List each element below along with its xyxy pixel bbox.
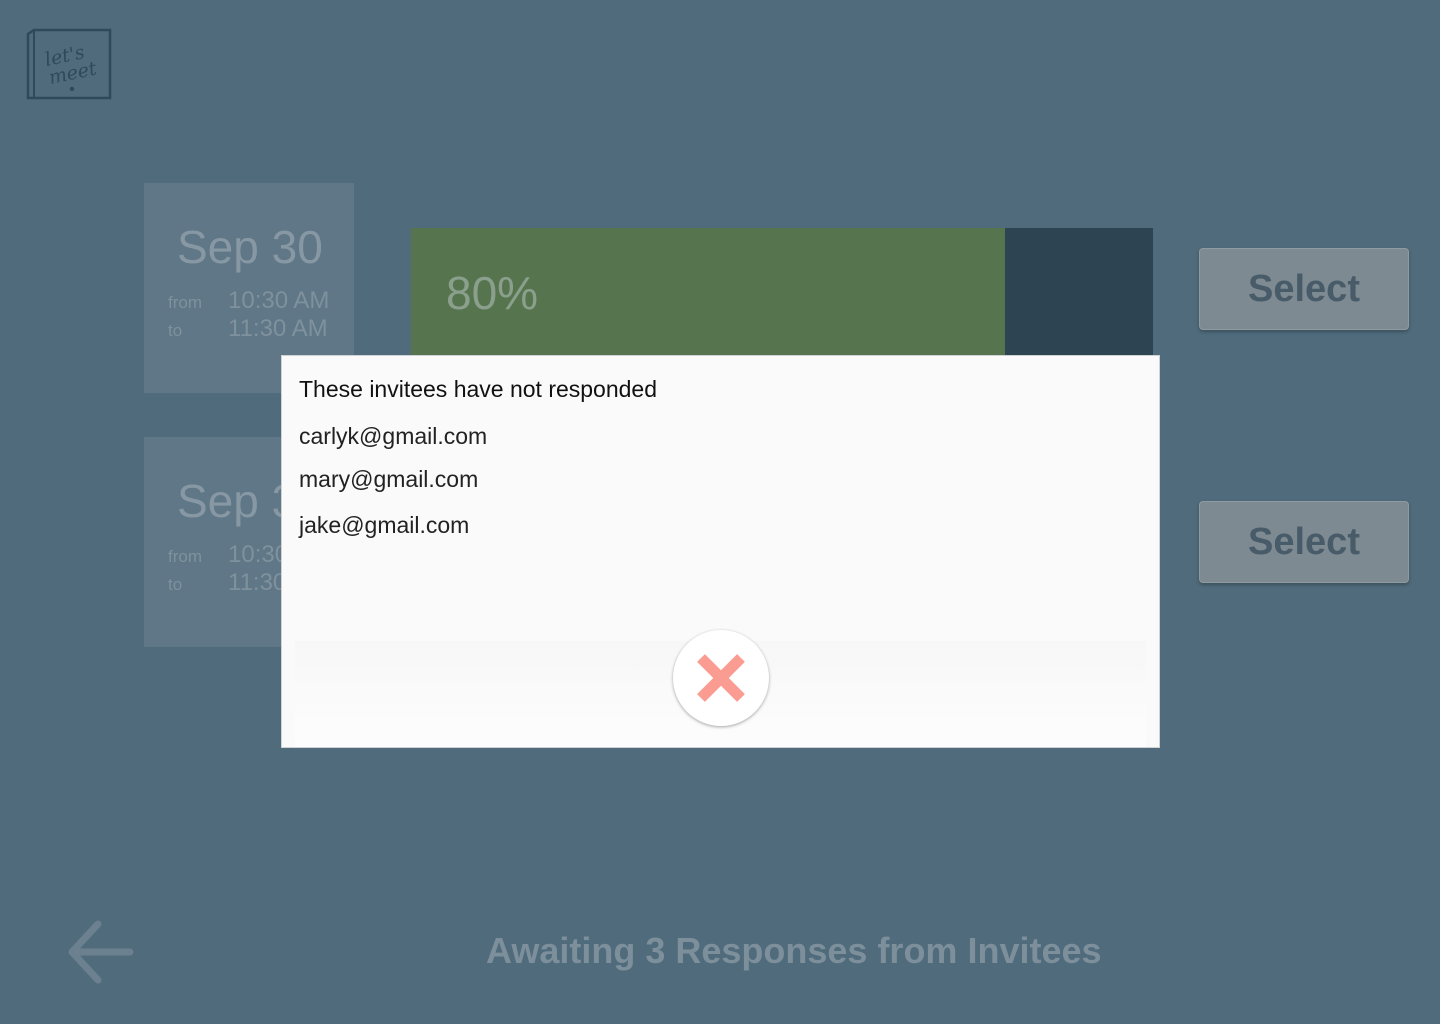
app-logo: let's meet	[26, 28, 112, 100]
response-percent: 80%	[446, 267, 539, 319]
to-time: 11:30	[228, 569, 287, 596]
select-button[interactable]: Select	[1199, 501, 1409, 583]
close-icon	[697, 654, 745, 702]
date-label: Sep 30	[177, 221, 323, 273]
close-button[interactable]	[673, 630, 769, 726]
to-time: 11:30 AM	[228, 315, 328, 342]
select-button[interactable]: Select	[1199, 248, 1409, 330]
dialog-title: These invitees have not responded	[299, 376, 658, 402]
non-responders-dialog: These invitees have not responded carlyk…	[281, 355, 1160, 748]
arrow-left-icon[interactable]	[66, 918, 136, 988]
invitee-email: mary@gmail.com	[299, 466, 479, 492]
response-progress-bar: 80%	[411, 228, 1153, 358]
to-label: to	[168, 575, 183, 594]
awaiting-responses-status: Awaiting 3 Responses from Invitees	[486, 930, 1102, 971]
invitee-email: jake@gmail.com	[299, 512, 470, 538]
to-label: to	[168, 321, 183, 340]
from-time: 10:30 AM	[228, 287, 330, 314]
from-label: from	[168, 293, 202, 312]
from-time: 10:30	[228, 541, 289, 568]
invitee-email: carlyk@gmail.com	[299, 423, 488, 449]
from-label: from	[168, 547, 202, 566]
